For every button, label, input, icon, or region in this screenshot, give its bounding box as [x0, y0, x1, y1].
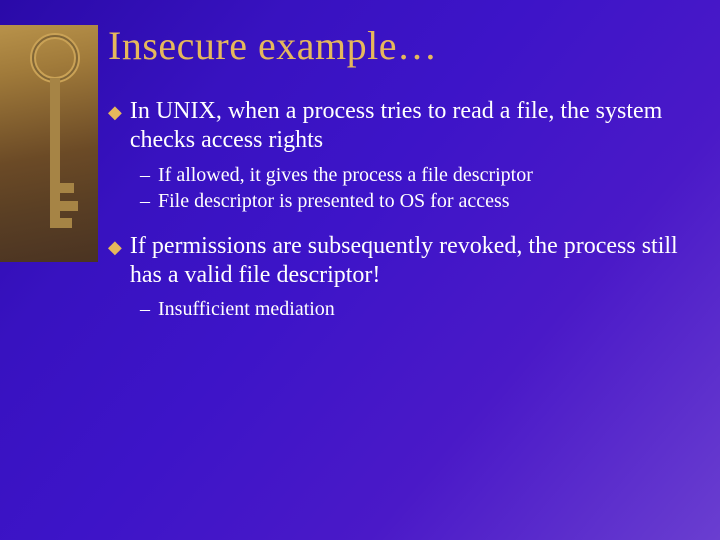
dash-icon: – — [140, 188, 150, 214]
key-icon — [30, 33, 80, 253]
bullet-item: ◆ In UNIX, when a process tries to read … — [108, 97, 690, 214]
content-area: Insecure example… ◆ In UNIX, when a proc… — [108, 22, 690, 340]
dash-icon: – — [140, 296, 150, 322]
bullet-main: ◆ In UNIX, when a process tries to read … — [108, 97, 690, 156]
diamond-icon: ◆ — [108, 102, 122, 124]
sidebar-key-image — [0, 25, 98, 262]
bullet-text: If permissions are subsequently revoked,… — [130, 232, 690, 291]
sub-item: – If allowed, it gives the process a fil… — [140, 162, 690, 188]
sub-item: – Insufficient mediation — [140, 296, 690, 322]
sub-list: – If allowed, it gives the process a fil… — [140, 162, 690, 214]
diamond-icon: ◆ — [108, 237, 122, 259]
bullet-text: In UNIX, when a process tries to read a … — [130, 97, 690, 156]
dash-icon: – — [140, 162, 150, 188]
sub-list: – Insufficient mediation — [140, 296, 690, 322]
sub-text: Insufficient mediation — [158, 296, 335, 322]
bullet-item: ◆ If permissions are subsequently revoke… — [108, 232, 690, 323]
sub-text: If allowed, it gives the process a file … — [158, 162, 533, 188]
slide-title: Insecure example… — [108, 22, 690, 69]
bullet-main: ◆ If permissions are subsequently revoke… — [108, 232, 690, 291]
slide: Insecure example… ◆ In UNIX, when a proc… — [0, 0, 720, 540]
sub-text: File descriptor is presented to OS for a… — [158, 188, 510, 214]
sub-item: – File descriptor is presented to OS for… — [140, 188, 690, 214]
